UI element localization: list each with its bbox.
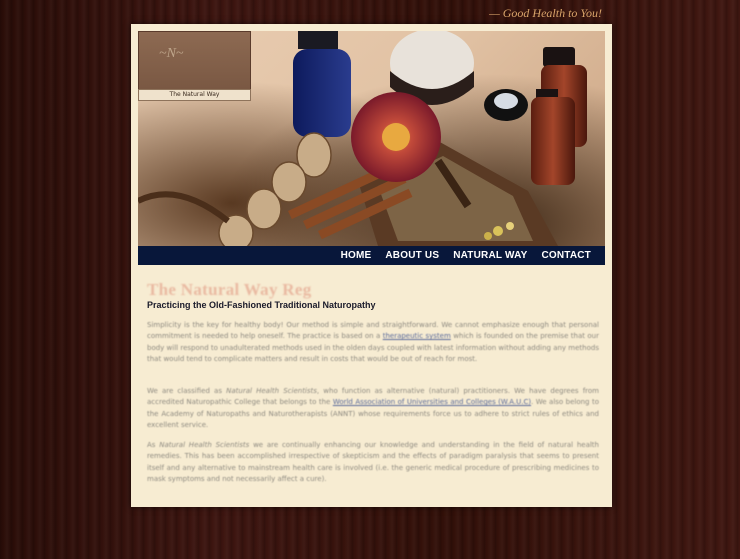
hero-image: ~N~ The Natural Way xyxy=(138,31,605,246)
credentials-paragraph: We are classified as Natural Health Scie… xyxy=(147,386,599,431)
nav-contact[interactable]: CONTACT xyxy=(541,250,591,261)
nav-natural-way[interactable]: NATURAL WAY xyxy=(453,250,527,261)
amber-bottle xyxy=(543,47,575,67)
text-segment: Natural Health Scientists xyxy=(226,387,317,395)
logo-caption: The Natural Way xyxy=(138,89,251,101)
nav-about-us[interactable]: ABOUT US xyxy=(385,250,439,261)
knowledge-paragraph: As Natural Health Scientists we are cont… xyxy=(147,440,599,485)
page-subtitle: Practicing the Old-Fashioned Traditional… xyxy=(147,300,376,310)
tagline: — Good Health to You! xyxy=(489,6,602,20)
main-nav: HOME ABOUT US NATURAL WAY CONTACT xyxy=(138,246,605,265)
therapeutic-system-link[interactable]: therapeutic system xyxy=(383,332,451,340)
page-frame: ~N~ The Natural Way HOME ABOUT US NATURA… xyxy=(131,24,612,507)
wauc-link[interactable]: World Association of Universities and Co… xyxy=(333,398,531,406)
nav-home[interactable]: HOME xyxy=(341,250,372,261)
blue-bottle xyxy=(298,31,338,49)
text-segment: As xyxy=(147,441,156,449)
text-segment: Natural Health Scientists xyxy=(159,441,250,449)
page-title: The Natural Way Reg xyxy=(147,280,312,299)
lotus-pods xyxy=(218,132,332,246)
site-logo[interactable]: ~N~ The Natural Way xyxy=(138,31,251,101)
text-segment: We are classified as xyxy=(147,387,222,395)
intro-paragraph: Simplicity is the key for healthy body! … xyxy=(147,320,599,365)
logo-mark: ~N~ xyxy=(159,46,184,61)
